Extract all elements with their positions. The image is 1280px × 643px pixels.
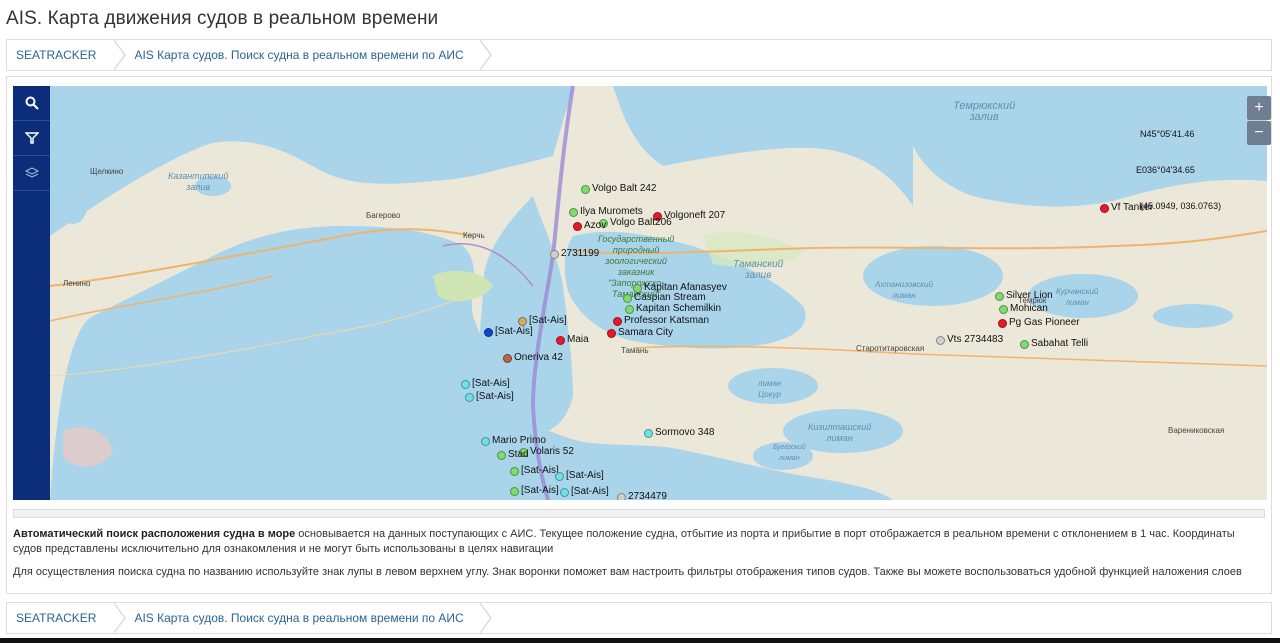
breadcrumb-bottom-current-link[interactable]: AIS Карта судов. Поиск судна в реальном … bbox=[114, 602, 492, 634]
filter-tool-button[interactable] bbox=[13, 121, 50, 156]
place-kerch: Керчь bbox=[463, 231, 485, 240]
place-bagerovo: Багерово bbox=[366, 211, 401, 220]
vessel-label[interactable]: Oneriva 42 bbox=[514, 353, 563, 363]
vessel-marker[interactable] bbox=[556, 336, 565, 345]
vessel-label[interactable]: [Sat-Ais] bbox=[571, 487, 609, 497]
vessel-marker[interactable] bbox=[550, 250, 559, 259]
vessel-label[interactable]: Sormovo 348 bbox=[655, 428, 714, 438]
vessel-marker[interactable] bbox=[461, 380, 470, 389]
info-paragraph-1: Автоматический поиск расположения судна … bbox=[13, 527, 1265, 557]
place-varenikovskaya: Варениковская bbox=[1168, 426, 1225, 435]
vessel-marker[interactable] bbox=[581, 185, 590, 194]
breadcrumb-current-link[interactable]: AIS Карта судов. Поиск судна в реальном … bbox=[114, 39, 492, 71]
vessel-marker[interactable] bbox=[995, 292, 1004, 301]
vessel-marker[interactable] bbox=[555, 472, 564, 481]
vessel-label[interactable]: [Sat-Ais] bbox=[529, 316, 567, 326]
place-starotitarovskaya: Старотитаровская bbox=[856, 344, 925, 353]
zoom-out-button[interactable]: − bbox=[1247, 121, 1271, 145]
vessel-label[interactable]: Professor Katsman bbox=[624, 316, 709, 326]
coord-lon: E036°04'34.65 bbox=[1136, 165, 1195, 175]
vessel-label[interactable]: 2731199 bbox=[561, 249, 599, 259]
place-shchelkino: Щелкино bbox=[90, 167, 124, 176]
vessel-marker[interactable] bbox=[607, 329, 616, 338]
vessel-marker[interactable] bbox=[573, 222, 582, 231]
water-temryuk-bay: Темрюкский залив bbox=[953, 100, 1016, 123]
vessel-label[interactable]: [Sat-Ais] bbox=[521, 466, 559, 476]
breadcrumb-bottom: SEATRACKER AIS Карта судов. Поиск судна … bbox=[6, 602, 1272, 634]
water-taman-bay: Таманский залив bbox=[733, 259, 784, 281]
vessel-label[interactable]: Samara City bbox=[618, 328, 673, 338]
vessel-marker[interactable] bbox=[503, 354, 512, 363]
vessel-label[interactable]: [Sat-Ais] bbox=[566, 471, 604, 481]
breadcrumb: SEATRACKER AIS Карта судов. Поиск судна … bbox=[6, 39, 1272, 71]
search-tool-button[interactable] bbox=[13, 86, 50, 121]
vessel-marker[interactable] bbox=[644, 429, 653, 438]
map-toolbar bbox=[13, 86, 50, 500]
window-bottom-edge bbox=[0, 638, 1280, 643]
info-bold-text: Автоматический поиск расположения судна … bbox=[13, 528, 296, 540]
breadcrumb-home-link[interactable]: SEATRACKER bbox=[7, 39, 127, 71]
vessel-label[interactable]: Volgo Balt 242 bbox=[592, 184, 657, 194]
vessel-label[interactable]: Sabahat Telli bbox=[1031, 339, 1088, 349]
search-icon bbox=[25, 96, 39, 110]
vessel-label[interactable]: Pg Gas Pioneer bbox=[1009, 318, 1080, 328]
info-paragraph-2: Для осуществления поиска судна по назван… bbox=[13, 566, 1242, 578]
vessel-marker[interactable] bbox=[510, 467, 519, 476]
ais-map[interactable]: Керчь Щелкино Багерово Ленино Тамань Тем… bbox=[13, 86, 1267, 500]
filter-icon bbox=[24, 132, 39, 144]
vessel-label[interactable]: [Sat-Ais] bbox=[521, 486, 559, 496]
place-lenino: Ленино bbox=[63, 279, 91, 288]
breadcrumb-bottom-home-link[interactable]: SEATRACKER bbox=[7, 602, 127, 634]
vessel-label[interactable]: Kapitan Schemilkin bbox=[636, 304, 721, 314]
vessel-label[interactable]: Ilya Muromets bbox=[580, 207, 643, 217]
vessel-marker[interactable] bbox=[497, 451, 506, 460]
coord-lat: N45°05'41.46 bbox=[1140, 129, 1195, 139]
vessel-marker[interactable] bbox=[1100, 204, 1109, 213]
vessel-label[interactable]: Mario Primo bbox=[492, 436, 546, 446]
vessel-marker[interactable] bbox=[623, 294, 632, 303]
vessel-marker[interactable] bbox=[998, 319, 1007, 328]
vessel-marker[interactable] bbox=[617, 493, 626, 500]
vessel-label[interactable]: 2734479 bbox=[628, 492, 667, 501]
cursor-coordinates: N45°05'41.46 E036°04'34.65 (45.0949, 036… bbox=[1136, 104, 1222, 224]
vessel-marker[interactable] bbox=[510, 487, 519, 496]
vessel-marker[interactable] bbox=[625, 305, 634, 314]
vessel-label[interactable]: Azov bbox=[584, 221, 606, 231]
layers-icon bbox=[24, 167, 39, 178]
page-title: AIS. Карта движения судов в реальном вре… bbox=[6, 8, 439, 29]
zoom-in-button[interactable]: + bbox=[1247, 96, 1271, 120]
vessel-marker[interactable] bbox=[465, 393, 474, 402]
vessel-marker[interactable] bbox=[518, 317, 527, 326]
water-kurchansky-liman: Курчанский лиман bbox=[1056, 287, 1099, 307]
vessel-label[interactable]: Silver Lion bbox=[1006, 291, 1053, 301]
vessel-marker[interactable] bbox=[936, 336, 945, 345]
water-kazantip-bay: Казантипский залив bbox=[168, 171, 229, 192]
coord-decimal: (45.0949, 036.0763) bbox=[1140, 201, 1222, 211]
vessel-marker[interactable] bbox=[1020, 340, 1029, 349]
water-akhtan-liman: Ахтанизовский лиман bbox=[875, 280, 933, 300]
vessel-label[interactable]: Volaris 52 bbox=[530, 447, 574, 457]
vessel-marker[interactable] bbox=[999, 305, 1008, 314]
vessel-label[interactable]: Volgoneft 207 bbox=[664, 211, 725, 221]
vessel-label[interactable]: Mohican bbox=[1010, 304, 1048, 314]
vessel-marker[interactable] bbox=[481, 437, 490, 446]
horizontal-scrollbar[interactable] bbox=[13, 509, 1265, 518]
vessel-label[interactable]: Maia bbox=[567, 335, 589, 345]
vessel-label[interactable]: [Sat-Ais] bbox=[495, 327, 533, 337]
vessel-label[interactable]: [Sat-Ais] bbox=[476, 392, 514, 402]
vessel-marker[interactable] bbox=[569, 208, 578, 217]
water-tsokur-liman: лиман Цокур bbox=[758, 379, 782, 399]
place-taman: Тамань bbox=[621, 346, 649, 355]
water-bugaz-liman: Бугазский лиман bbox=[773, 444, 806, 462]
water-kiziltash-liman: Кизилташский лиман bbox=[808, 422, 872, 443]
vessel-label[interactable]: [Sat-Ais] bbox=[472, 379, 510, 389]
vessel-label[interactable]: Caspian Stream bbox=[634, 293, 706, 303]
vessel-label[interactable]: Volgo Balt206 bbox=[610, 218, 672, 228]
vessel-marker[interactable] bbox=[560, 488, 569, 497]
vessel-label[interactable]: Stad bbox=[508, 450, 529, 460]
vessel-label[interactable]: Vts 2734483 bbox=[947, 335, 1003, 345]
vessel-marker[interactable] bbox=[484, 328, 493, 337]
layers-tool-button[interactable] bbox=[13, 156, 50, 191]
vessel-marker[interactable] bbox=[613, 317, 622, 326]
